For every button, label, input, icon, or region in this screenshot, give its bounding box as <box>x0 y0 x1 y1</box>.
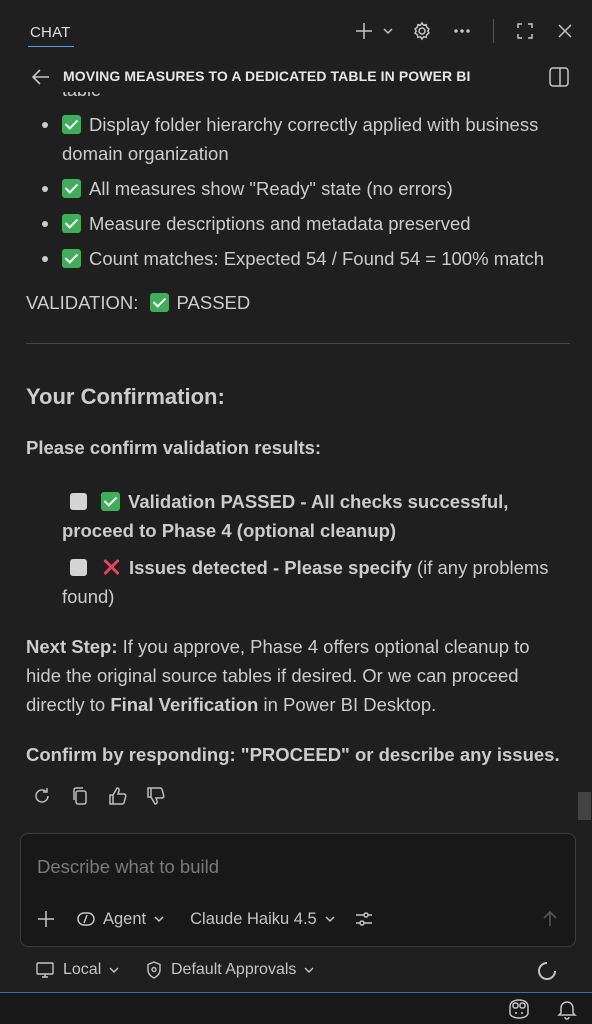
chat-title: MOVING MEASURES TO A DEDICATED TABLE IN … <box>63 68 471 84</box>
chevron-down-icon <box>325 914 335 924</box>
message-actions <box>30 784 168 808</box>
option2-checkbox[interactable] <box>70 559 87 576</box>
option-validation-passed: Validation PASSED - All checks successfu… <box>62 491 509 541</box>
list-item: Measure descriptions and metadata preser… <box>26 209 576 238</box>
chat-options-bar: Local Default Approvals <box>0 956 592 986</box>
chat-input[interactable] <box>37 856 537 878</box>
chevron-down-icon <box>154 914 164 924</box>
copy-icon[interactable] <box>68 784 92 808</box>
confirm-instruction: Confirm by responding: "PROCEED" or desc… <box>26 744 560 765</box>
check-mark-icon <box>149 293 169 312</box>
model-picker[interactable]: Claude Haiku 4.5 <box>190 910 335 929</box>
next-step-paragraph: Next Step: If you approve, Phase 4 offer… <box>26 636 530 715</box>
approvals-picker[interactable]: Default Approvals <box>146 961 314 979</box>
option-issues-detected: Issues detected - Please specify (if any… <box>62 557 549 607</box>
tools-settings-icon[interactable] <box>353 908 375 930</box>
header-separator <box>493 19 494 43</box>
chat-title-bar: MOVING MEASURES TO A DEDICATED TABLE IN … <box>0 62 592 92</box>
chevron-down-icon <box>109 965 119 975</box>
confirmation-heading: Your Confirmation: <box>26 384 225 409</box>
check-mark-icon <box>101 492 120 511</box>
monitor-icon <box>36 961 54 979</box>
close-icon[interactable] <box>552 18 578 44</box>
code-slash-icon <box>77 910 95 928</box>
chat-composer: Agent Claude Haiku 4.5 <box>20 833 576 947</box>
chevron-down-icon <box>304 965 314 975</box>
composer-toolbar: Agent Claude Haiku 4.5 <box>35 908 395 930</box>
check-mark-icon <box>62 214 81 233</box>
shield-icon <box>146 961 162 979</box>
list-item: All measures show "Ready" state (no erro… <box>26 174 576 203</box>
option1-checkbox[interactable] <box>70 493 87 510</box>
cross-mark-icon <box>101 557 121 577</box>
plus-icon[interactable] <box>351 18 377 44</box>
divider <box>26 343 570 344</box>
thumbs-down-icon[interactable] <box>144 784 168 808</box>
thumbs-up-icon[interactable] <box>106 784 130 808</box>
validation-result: VALIDATION: PASSED <box>26 292 250 314</box>
panel-header: CHAT <box>0 0 592 62</box>
gear-icon[interactable] <box>409 18 435 44</box>
maximize-icon[interactable] <box>512 18 538 44</box>
chat-transcript: table Display folder hierarchy correctly… <box>0 62 592 822</box>
validation-status: PASSED <box>176 292 251 313</box>
retry-icon[interactable] <box>30 784 54 808</box>
header-actions <box>351 18 578 44</box>
agent-mode-picker[interactable]: Agent <box>77 910 164 929</box>
layout-panel-icon[interactable] <box>548 66 570 93</box>
back-arrow-icon[interactable] <box>30 66 52 93</box>
check-mark-icon <box>62 249 81 268</box>
confirmation-lead: Please confirm validation results: <box>26 437 322 458</box>
tab-chat[interactable]: CHAT <box>30 24 71 41</box>
check-mark-icon <box>62 179 81 198</box>
list-item: Count matches: Expected 54 / Found 54 = … <box>26 244 576 273</box>
copilot-icon[interactable] <box>506 998 532 1024</box>
chevron-down-icon[interactable] <box>381 18 395 44</box>
status-bar <box>0 992 592 1024</box>
check-mark-icon <box>62 115 81 134</box>
add-context-icon[interactable] <box>35 908 57 930</box>
validation-checklist: Display folder hierarchy correctly appli… <box>26 110 576 279</box>
notification-bell-icon[interactable] <box>556 998 578 1024</box>
tab-chat-underline <box>28 46 74 47</box>
more-icon[interactable] <box>449 18 475 44</box>
validation-label: VALIDATION: <box>26 292 139 313</box>
list-item: Display folder hierarchy correctly appli… <box>26 110 576 168</box>
loading-spinner-icon <box>536 960 558 987</box>
scrollbar-thumb[interactable] <box>578 792 591 820</box>
send-icon[interactable] <box>541 910 559 933</box>
session-location-picker[interactable]: Local <box>36 961 119 979</box>
